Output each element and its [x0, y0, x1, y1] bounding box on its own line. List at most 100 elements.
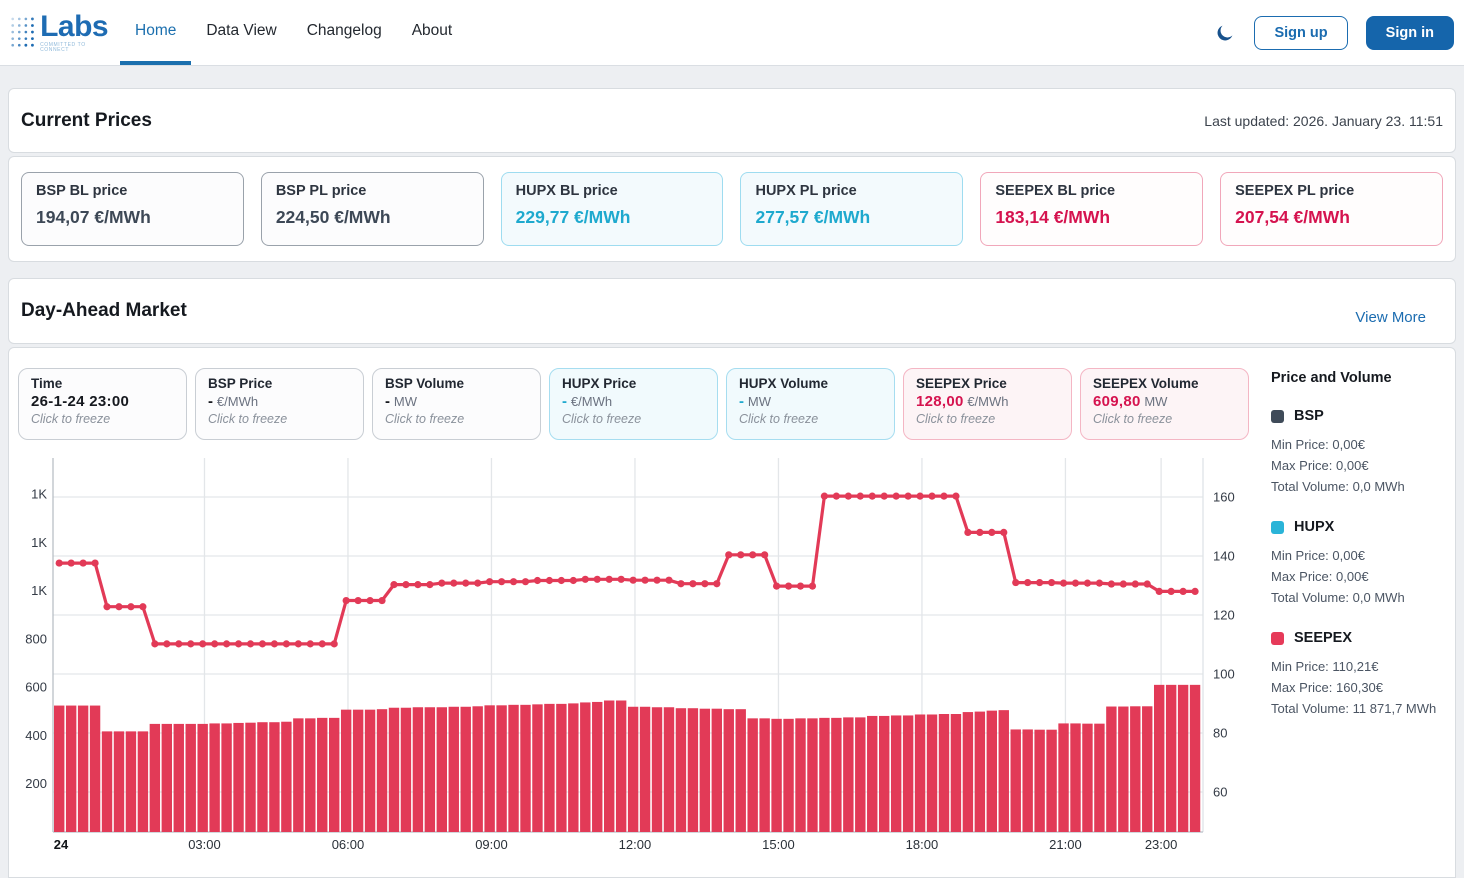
svg-text:140: 140: [1213, 549, 1235, 564]
freeze-card-label: HUPX Volume: [739, 376, 882, 391]
chart-canvas[interactable]: 2004006008001K1K1K60801001201401602403:0…: [10, 450, 1255, 878]
price-card-hupx-bl: HUPX BL price 229,77 €/MWh: [501, 172, 724, 246]
logo-dots: [8, 12, 38, 54]
nav-item-home[interactable]: Home: [120, 0, 191, 65]
svg-text:23:00: 23:00: [1145, 837, 1178, 852]
freeze-card-unit: €/MWh: [967, 394, 1008, 409]
svg-text:15:00: 15:00: [762, 837, 795, 852]
price-card-label: SEEPEX PL price: [1235, 183, 1428, 199]
freeze-card-label: HUPX Price: [562, 376, 705, 391]
freeze-card-hint: Click to freeze: [916, 412, 1059, 426]
theme-toggle-button[interactable]: [1214, 22, 1236, 44]
freeze-card-value: 128,00: [916, 393, 964, 410]
day-ahead-header-panel: Day-Ahead Market: [8, 278, 1456, 344]
price-card-label: BSP PL price: [276, 183, 469, 199]
freeze-card-value: 26-1-24 23:00: [31, 393, 129, 410]
app-logo: Labs COMMITTED TO CONNECT: [0, 0, 112, 65]
nav-item-data-view[interactable]: Data View: [191, 0, 291, 65]
freeze-card-bsp-price[interactable]: BSP Price - €/MWh Click to freeze: [195, 368, 364, 440]
freeze-card-value: -: [208, 393, 213, 410]
freeze-cards-row: Time 26-1-24 23:00 Click to freeze BSP P…: [18, 368, 1249, 440]
sign-in-button[interactable]: Sign in: [1366, 16, 1454, 50]
svg-text:160: 160: [1213, 490, 1235, 505]
price-card-value: 277,57 €/MWh: [755, 207, 948, 228]
price-card-value: 183,14 €/MWh: [995, 207, 1188, 228]
moon-icon: [1215, 23, 1235, 43]
chart-legend: Price and Volume BSP Min Price: 0,00€ Ma…: [1271, 370, 1451, 741]
price-card-hupx-pl: HUPX PL price 277,57 €/MWh: [740, 172, 963, 246]
legend-series-name: SEEPEX: [1294, 630, 1352, 646]
last-updated-text: Last updated: 2026. January 23. 11:51: [1204, 113, 1443, 129]
legend-series-name: BSP: [1294, 408, 1324, 424]
freeze-card-unit: MW: [394, 394, 417, 409]
svg-text:24: 24: [54, 837, 69, 852]
svg-text:200: 200: [25, 776, 47, 791]
price-card-value: 194,07 €/MWh: [36, 207, 229, 228]
svg-text:21:00: 21:00: [1049, 837, 1082, 852]
price-card-label: BSP BL price: [36, 183, 229, 199]
freeze-card-unit: €/MWh: [217, 394, 258, 409]
app-header: Labs COMMITTED TO CONNECT Home Data View…: [0, 0, 1464, 66]
freeze-card-label: BSP Price: [208, 376, 351, 391]
svg-text:18:00: 18:00: [906, 837, 939, 852]
nav-item-about[interactable]: About: [397, 0, 468, 65]
logo-text: Labs: [40, 12, 112, 42]
freeze-card-hupx-volume[interactable]: HUPX Volume - MW Click to freeze: [726, 368, 895, 440]
freeze-card-label: SEEPEX Volume: [1093, 376, 1236, 391]
freeze-card-time[interactable]: Time 26-1-24 23:00 Click to freeze: [18, 368, 187, 440]
legend-max-price: Max Price: 160,30€: [1271, 677, 1451, 698]
seepex-swatch-icon: [1271, 632, 1284, 645]
sign-up-button[interactable]: Sign up: [1254, 16, 1347, 50]
legend-series-hupx: HUPX Min Price: 0,00€ Max Price: 0,00€ T…: [1271, 519, 1451, 608]
svg-text:80: 80: [1213, 726, 1227, 741]
price-card-value: 229,77 €/MWh: [516, 207, 709, 228]
freeze-card-hint: Click to freeze: [31, 412, 174, 426]
price-card-seepex-bl: SEEPEX BL price 183,14 €/MWh: [980, 172, 1203, 246]
legend-series-name: HUPX: [1294, 519, 1334, 535]
freeze-card-hint: Click to freeze: [385, 412, 528, 426]
legend-min-price: Min Price: 0,00€: [1271, 434, 1451, 455]
freeze-card-value: -: [385, 393, 390, 410]
legend-total-volume: Total Volume: 11 871,7 MWh: [1271, 698, 1451, 719]
price-card-value: 224,50 €/MWh: [276, 207, 469, 228]
freeze-card-label: Time: [31, 376, 174, 391]
freeze-card-seepex-volume[interactable]: SEEPEX Volume 609,80 MW Click to freeze: [1080, 368, 1249, 440]
freeze-card-value: -: [562, 393, 567, 410]
logo-tagline: COMMITTED TO CONNECT: [40, 43, 112, 53]
price-card-label: HUPX PL price: [755, 183, 948, 199]
svg-text:400: 400: [25, 728, 47, 743]
view-more-link[interactable]: View More: [1355, 309, 1426, 326]
legend-series-bsp: BSP Min Price: 0,00€ Max Price: 0,00€ To…: [1271, 408, 1451, 497]
freeze-card-value: 609,80: [1093, 393, 1141, 410]
svg-text:100: 100: [1213, 667, 1235, 682]
price-volume-chart[interactable]: 2004006008001K1K1K60801001201401602403:0…: [10, 450, 1255, 878]
freeze-card-hint: Click to freeze: [562, 412, 705, 426]
legend-total-volume: Total Volume: 0,0 MWh: [1271, 476, 1451, 497]
price-card-label: HUPX BL price: [516, 183, 709, 199]
legend-title: Price and Volume: [1271, 370, 1451, 386]
main-nav: Home Data View Changelog About: [120, 0, 467, 65]
freeze-card-hupx-price[interactable]: HUPX Price - €/MWh Click to freeze: [549, 368, 718, 440]
price-card-value: 207,54 €/MWh: [1235, 207, 1428, 228]
svg-text:1K: 1K: [31, 583, 47, 598]
legend-min-price: Min Price: 0,00€: [1271, 545, 1451, 566]
legend-series-seepex: SEEPEX Min Price: 110,21€ Max Price: 160…: [1271, 630, 1451, 719]
freeze-card-seepex-price[interactable]: SEEPEX Price 128,00 €/MWh Click to freez…: [903, 368, 1072, 440]
freeze-card-label: BSP Volume: [385, 376, 528, 391]
legend-max-price: Max Price: 0,00€: [1271, 566, 1451, 587]
price-card-seepex-pl: SEEPEX PL price 207,54 €/MWh: [1220, 172, 1443, 246]
bsp-swatch-icon: [1271, 410, 1284, 423]
svg-text:09:00: 09:00: [475, 837, 508, 852]
day-ahead-title: Day-Ahead Market: [21, 300, 187, 322]
freeze-card-unit: MW: [748, 394, 771, 409]
freeze-card-unit: €/MWh: [571, 394, 612, 409]
hupx-swatch-icon: [1271, 521, 1284, 534]
nav-item-changelog[interactable]: Changelog: [292, 0, 397, 65]
legend-max-price: Max Price: 0,00€: [1271, 455, 1451, 476]
current-prices-header-panel: Current Prices Last updated: 2026. Janua…: [8, 88, 1456, 153]
svg-text:06:00: 06:00: [332, 837, 365, 852]
freeze-card-unit: MW: [1144, 394, 1167, 409]
freeze-card-bsp-volume[interactable]: BSP Volume - MW Click to freeze: [372, 368, 541, 440]
freeze-card-value: -: [739, 393, 744, 410]
legend-min-price: Min Price: 110,21€: [1271, 656, 1451, 677]
